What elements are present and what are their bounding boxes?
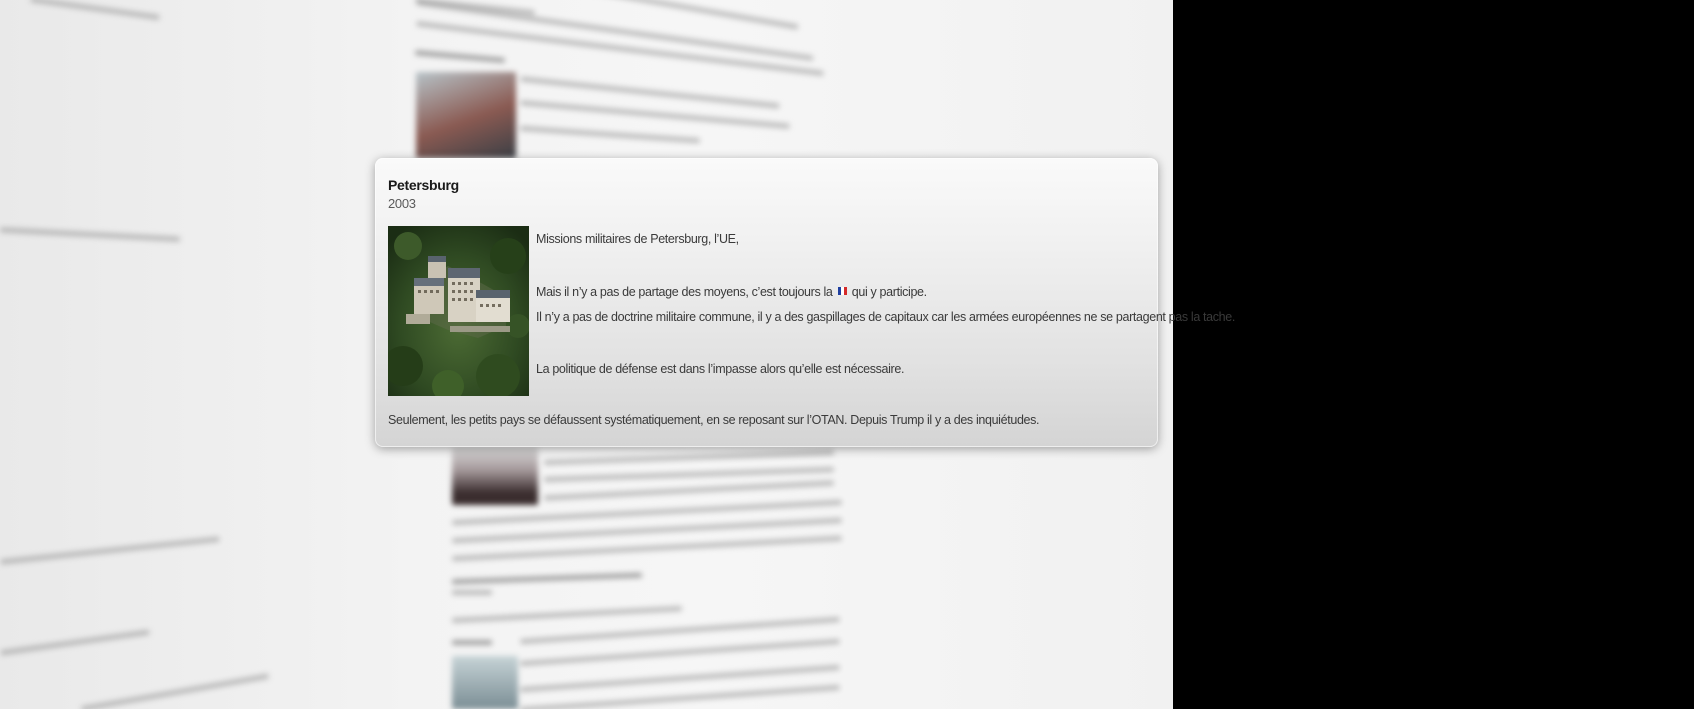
- paragraph-4: La politique de défense est dans l’impas…: [536, 362, 905, 376]
- card-title: Petersburg: [388, 177, 459, 193]
- paragraph-2-after: qui y participe.: [848, 285, 927, 299]
- paragraph-1: Missions militaires de Petersburg, l’UE,: [536, 232, 739, 246]
- paragraph-2-before: Mais il n’y a pas de partage des moyens,…: [536, 285, 836, 299]
- french-flag-icon: [837, 284, 847, 295]
- petersberg-photo: [388, 226, 529, 396]
- card-footer-text: Seulement, les petits pays se défaussent…: [388, 413, 1040, 427]
- info-card[interactable]: Petersburg 2003 Missions militaires de P…: [375, 158, 1235, 447]
- paragraph-3: Il n’y a pas de doctrine militaire commu…: [536, 310, 1236, 324]
- card-year: 2003: [388, 196, 416, 211]
- black-side-panel: [1173, 0, 1694, 709]
- aerial-building-image: [388, 226, 529, 396]
- card-body: Missions militaires de Petersburg, l’UE,…: [388, 226, 1235, 396]
- paragraph-2: Mais il n’y a pas de partage des moyens,…: [536, 284, 927, 299]
